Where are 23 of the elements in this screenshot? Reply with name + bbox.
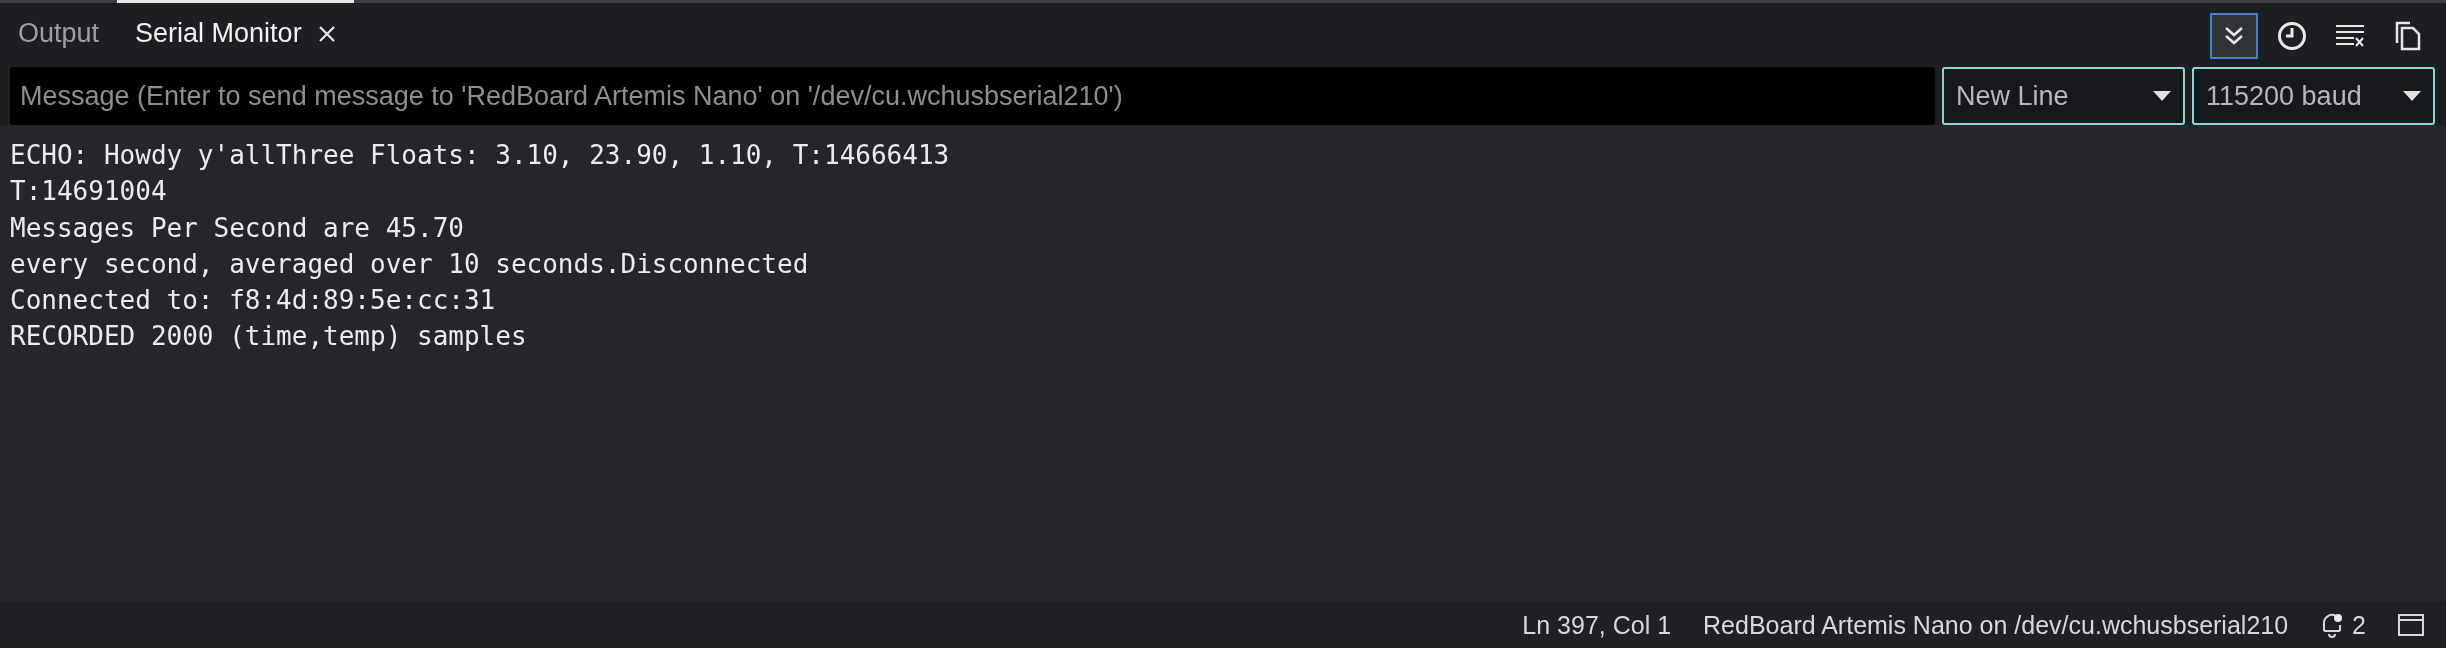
- output-line: RECORDED 2000 (time,temp) samples: [10, 320, 527, 354]
- autoscroll-button[interactable]: [2210, 13, 2258, 59]
- caret-icon: [2153, 91, 2171, 101]
- output-line: T:14691004: [10, 175, 167, 209]
- output-line: Connected to: f8:4d:89:5e:cc:31: [10, 284, 496, 318]
- panel-tab[interactable]: Output: [0, 0, 118, 64]
- copy-icon: [2395, 21, 2421, 51]
- output-line: ECHO: Howdy y'allThree Floats: 3.10, 23.90, 1.10, T:14666413: [10, 139, 950, 172]
- line-ending-dropdown[interactable]: New Line: [1942, 67, 2185, 125]
- cursor-position[interactable]: Ln 397, Col 1: [1522, 610, 1672, 640]
- clear-lines-icon: [2335, 24, 2365, 48]
- double-chevron-down-icon: [2223, 25, 2245, 47]
- close-icon[interactable]: [317, 24, 336, 43]
- output-line: Messages Per Second are 45.70: [10, 211, 464, 245]
- clock-icon: [2277, 21, 2307, 51]
- bell-icon[interactable]: [2320, 612, 2345, 638]
- output-line: every second, averaged over 10 seconds.Disconnected: [10, 247, 809, 281]
- message-input-field[interactable]: Message (Enter to send message to 'RedBoard Artemis Nano' on '/dev/cu.wchusbserial210'): [10, 67, 1935, 125]
- notification-count: 2: [2352, 610, 2366, 640]
- panel-layout-icon[interactable]: [2398, 614, 2424, 636]
- board-port-status[interactable]: RedBoard Artemis Nano on /dev/cu.wchusbserial210: [1703, 610, 2289, 640]
- caret-icon: [2403, 91, 2421, 101]
- baud-rate-dropdown[interactable]: 115200 baud: [2192, 67, 2435, 125]
